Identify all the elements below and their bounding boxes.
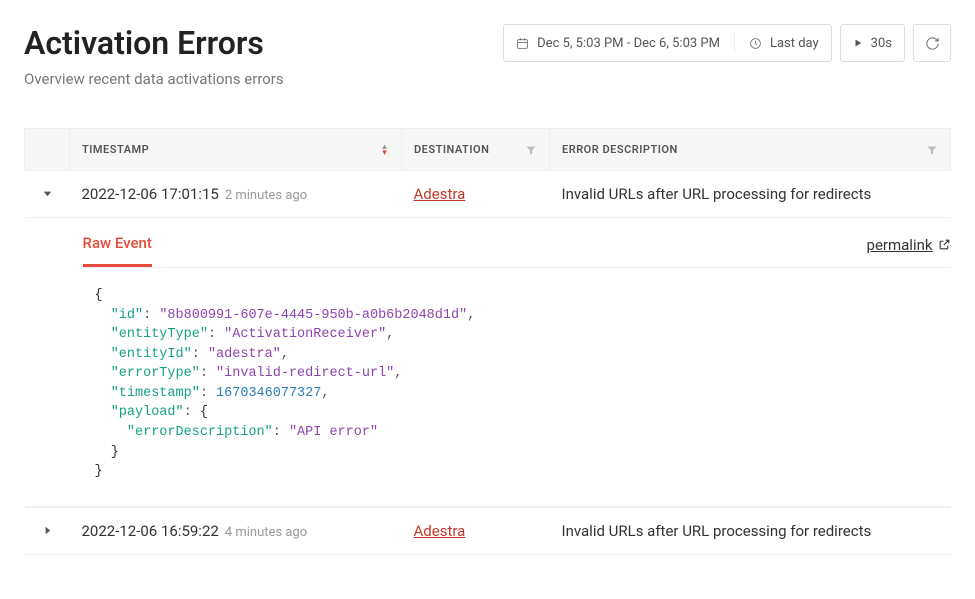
- column-timestamp[interactable]: TIMESTAMP ▲ ▼: [70, 129, 402, 171]
- refresh-now-button[interactable]: [913, 24, 951, 62]
- caret-right-icon: [42, 525, 53, 536]
- auto-refresh-button[interactable]: 30s: [840, 24, 905, 62]
- timestamp-relative: 2 minutes ago: [225, 188, 307, 203]
- column-error-description-label: ERROR DESCRIPTION: [562, 143, 678, 156]
- expand-toggle[interactable]: [25, 171, 70, 218]
- errors-table: TIMESTAMP ▲ ▼ DESTINATION ERROR DESCRIPT…: [24, 128, 951, 555]
- expand-toggle[interactable]: [25, 507, 70, 554]
- permalink-label: permalink: [867, 236, 933, 254]
- destination-link[interactable]: Adestra: [414, 185, 466, 203]
- destination-cell: Adestra: [402, 171, 550, 218]
- sort-icon[interactable]: ▲ ▼: [381, 144, 389, 156]
- play-icon: [853, 38, 863, 48]
- filter-icon[interactable]: [926, 144, 938, 156]
- relative-range-text: Last day: [770, 36, 819, 51]
- table-row: 2022-12-06 17:01:15 2 minutes ago Adestra I…: [25, 171, 951, 218]
- error-description-cell: Invalid URLs after URL processing for re…: [550, 171, 951, 218]
- column-destination-label: DESTINATION: [414, 143, 489, 156]
- date-range-text: Dec 5, 5:03 PM - Dec 6, 5:03 PM: [537, 36, 720, 51]
- table-row: 2022-12-06 16:59:22 4 minutes ago Adestra I…: [25, 507, 951, 554]
- divider: [734, 33, 735, 53]
- raw-event-json: { "id": "8b800991-607e-4445-950b-a0b6b20…: [95, 286, 951, 482]
- permalink-link[interactable]: permalink: [867, 236, 951, 266]
- row-detail: Raw Event permalink { "id": "8b800991-607e…: [25, 218, 951, 508]
- external-link-icon: [938, 238, 951, 251]
- date-range-picker[interactable]: Dec 5, 5:03 PM - Dec 6, 5:03 PM Last day: [503, 24, 832, 62]
- timestamp-cell: 2022-12-06 17:01:15 2 minutes ago: [70, 171, 402, 218]
- filter-icon[interactable]: [525, 144, 537, 156]
- timestamp-value: 2022-12-06 17:01:15: [82, 185, 219, 203]
- sort-desc-icon: ▼: [381, 150, 389, 156]
- timestamp-value: 2022-12-06 16:59:22: [82, 522, 219, 540]
- timestamp-cell: 2022-12-06 16:59:22 4 minutes ago: [70, 507, 402, 554]
- page-subtitle: Overview recent data activations errors: [24, 70, 284, 88]
- destination-cell: Adestra: [402, 507, 550, 554]
- caret-down-icon: [42, 188, 53, 199]
- toolbar: Dec 5, 5:03 PM - Dec 6, 5:03 PM Last day…: [503, 24, 951, 62]
- clock-icon: [749, 37, 762, 50]
- column-expand: [25, 129, 70, 171]
- page-title: Activation Errors: [24, 24, 284, 62]
- refresh-icon: [925, 36, 940, 51]
- error-description-cell: Invalid URLs after URL processing for re…: [550, 507, 951, 554]
- calendar-icon: [516, 37, 529, 50]
- column-destination[interactable]: DESTINATION: [402, 129, 550, 171]
- tab-raw-event[interactable]: Raw Event: [83, 234, 152, 267]
- refresh-interval-text: 30s: [871, 36, 892, 51]
- destination-link[interactable]: Adestra: [414, 522, 466, 540]
- timestamp-relative: 4 minutes ago: [225, 525, 307, 540]
- column-timestamp-label: TIMESTAMP: [82, 143, 149, 156]
- column-error-description[interactable]: ERROR DESCRIPTION: [550, 129, 951, 171]
